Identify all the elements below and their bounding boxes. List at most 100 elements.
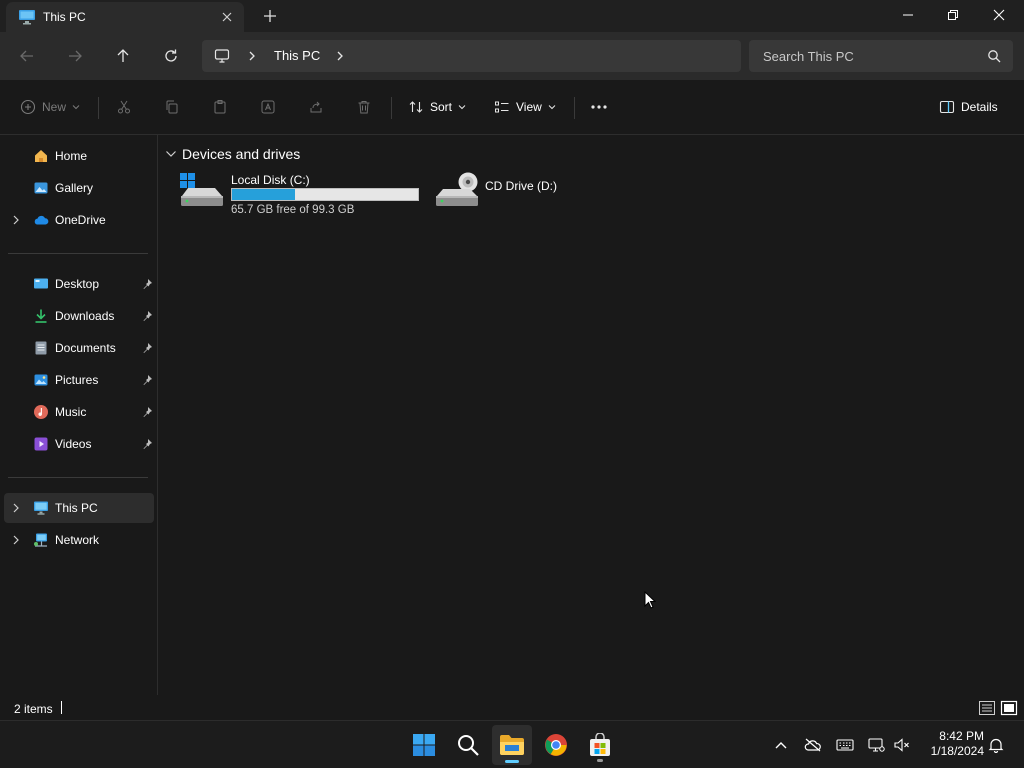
refresh-icon <box>165 49 177 62</box>
minimize-icon <box>903 14 913 16</box>
details-view-button[interactable] <box>978 699 996 717</box>
more-icon <box>591 105 607 109</box>
sidebar-item-label: This PC <box>55 501 98 515</box>
network-status-icon <box>868 738 885 752</box>
drive-free-space: 65.7 GB free of 99.3 GB <box>231 204 355 216</box>
sidebar-item-downloads[interactable]: Downloads <box>4 301 154 331</box>
up-button[interactable] <box>111 44 135 68</box>
sidebar-item-gallery[interactable]: Gallery <box>4 173 154 203</box>
sidebar-item-desktop[interactable]: Desktop <box>4 269 154 299</box>
navigation-pane: Home Gallery OneDrive Desktop Downloads <box>0 135 158 695</box>
rename-icon <box>261 100 275 114</box>
onedrive-offline-icon <box>804 738 821 752</box>
delete-button[interactable] <box>356 95 372 119</box>
drive-usage-fill <box>232 189 295 200</box>
divider <box>574 97 575 119</box>
sidebar-item-label: Music <box>55 405 87 419</box>
store-icon <box>590 733 610 756</box>
arrow-up-icon <box>117 49 129 62</box>
new-tab-button[interactable] <box>260 6 280 26</box>
desktop-icon <box>33 276 49 292</box>
chevron-right-icon[interactable] <box>246 49 258 66</box>
tab-this-pc[interactable]: This PC <box>6 2 244 32</box>
close-tab-icon[interactable] <box>218 8 236 26</box>
taskbar-microsoft-store[interactable] <box>580 725 620 765</box>
windows-drive-icon <box>179 172 225 211</box>
chevron-right-icon[interactable] <box>12 214 20 229</box>
clock[interactable]: 8:42 PM 1/18/2024 <box>920 729 984 759</box>
pin-icon[interactable] <box>141 278 153 293</box>
command-bar: New Sort View Details <box>0 80 1024 135</box>
new-label: New <box>42 100 67 114</box>
pin-icon[interactable] <box>141 406 153 421</box>
sidebar-item-this-pc[interactable]: This PC <box>4 493 154 523</box>
refresh-button[interactable] <box>159 44 183 68</box>
forward-button[interactable] <box>63 44 87 68</box>
start-button[interactable] <box>404 725 444 765</box>
minimize-button[interactable] <box>885 0 931 30</box>
close-window-button[interactable] <box>976 0 1022 30</box>
chevron-right-icon[interactable] <box>334 49 346 66</box>
copy-button[interactable] <box>164 95 180 119</box>
keyboard-tray-button[interactable] <box>835 735 855 755</box>
notifications-button[interactable] <box>986 735 1006 755</box>
sidebar-item-videos[interactable]: Videos <box>4 429 154 459</box>
view-icon <box>495 101 509 113</box>
sidebar-item-network[interactable]: Network <box>4 525 154 555</box>
new-button[interactable]: New <box>20 95 80 119</box>
address-bar[interactable]: This PC <box>202 40 741 72</box>
breadcrumb-this-pc[interactable]: This PC <box>274 48 320 63</box>
pin-icon[interactable] <box>141 342 153 357</box>
rename-button[interactable] <box>260 95 276 119</box>
sidebar-item-home[interactable]: Home <box>4 141 154 171</box>
volume-tray-button[interactable] <box>892 735 912 755</box>
back-button[interactable] <box>15 44 39 68</box>
search-icon[interactable] <box>987 49 1001 66</box>
divider <box>391 97 392 119</box>
network-tray-button[interactable] <box>866 735 886 755</box>
chevron-up-icon <box>775 742 787 749</box>
paste-button[interactable] <box>212 95 228 119</box>
drive-cd-d[interactable]: CD Drive (D:) <box>434 172 584 212</box>
sidebar-item-documents[interactable]: Documents <box>4 333 154 363</box>
chevron-right-icon[interactable] <box>12 502 20 517</box>
windows-logo-icon <box>413 734 435 756</box>
restore-button[interactable] <box>930 0 976 30</box>
sidebar-item-music[interactable]: Music <box>4 397 154 427</box>
paste-icon <box>214 100 226 114</box>
taskbar-chrome[interactable] <box>536 725 576 765</box>
list-view-icon <box>979 701 995 715</box>
sidebar-item-label: Desktop <box>55 277 100 291</box>
large-icons-view-button[interactable] <box>1000 699 1018 717</box>
search-box[interactable] <box>749 40 1013 72</box>
bell-icon <box>988 738 1004 753</box>
this-pc-icon <box>33 500 49 516</box>
arrow-left-icon <box>20 50 33 62</box>
volume-muted-icon <box>894 738 909 752</box>
details-button[interactable]: Details <box>939 95 998 119</box>
group-header-devices[interactable]: Devices and drives <box>165 144 300 164</box>
divider <box>98 97 99 119</box>
drive-local-disk-c[interactable]: Local Disk (C:) 65.7 GB free of 99.3 GB <box>179 172 421 218</box>
onedrive-tray-button[interactable] <box>803 735 823 755</box>
pin-icon[interactable] <box>141 310 153 325</box>
downloads-icon <box>33 308 49 324</box>
cut-button[interactable] <box>116 95 132 119</box>
taskbar-search-button[interactable] <box>448 725 488 765</box>
search-input[interactable] <box>749 40 979 72</box>
sidebar-item-label: Network <box>55 533 100 547</box>
share-button[interactable] <box>308 95 324 119</box>
taskbar-file-explorer[interactable] <box>492 725 532 765</box>
sidebar-item-pictures[interactable]: Pictures <box>4 365 154 395</box>
sort-button[interactable]: Sort <box>408 95 466 119</box>
sidebar-item-onedrive[interactable]: OneDrive <box>4 205 154 235</box>
copy-icon <box>166 100 178 114</box>
pin-icon[interactable] <box>141 374 153 389</box>
more-options-button[interactable] <box>590 95 608 119</box>
pin-icon[interactable] <box>141 438 153 453</box>
show-hidden-icons-button[interactable] <box>771 735 791 755</box>
view-button[interactable]: View <box>494 95 556 119</box>
chevron-down-icon <box>166 151 176 157</box>
keyboard-icon <box>836 739 854 751</box>
chevron-right-icon[interactable] <box>12 534 20 549</box>
